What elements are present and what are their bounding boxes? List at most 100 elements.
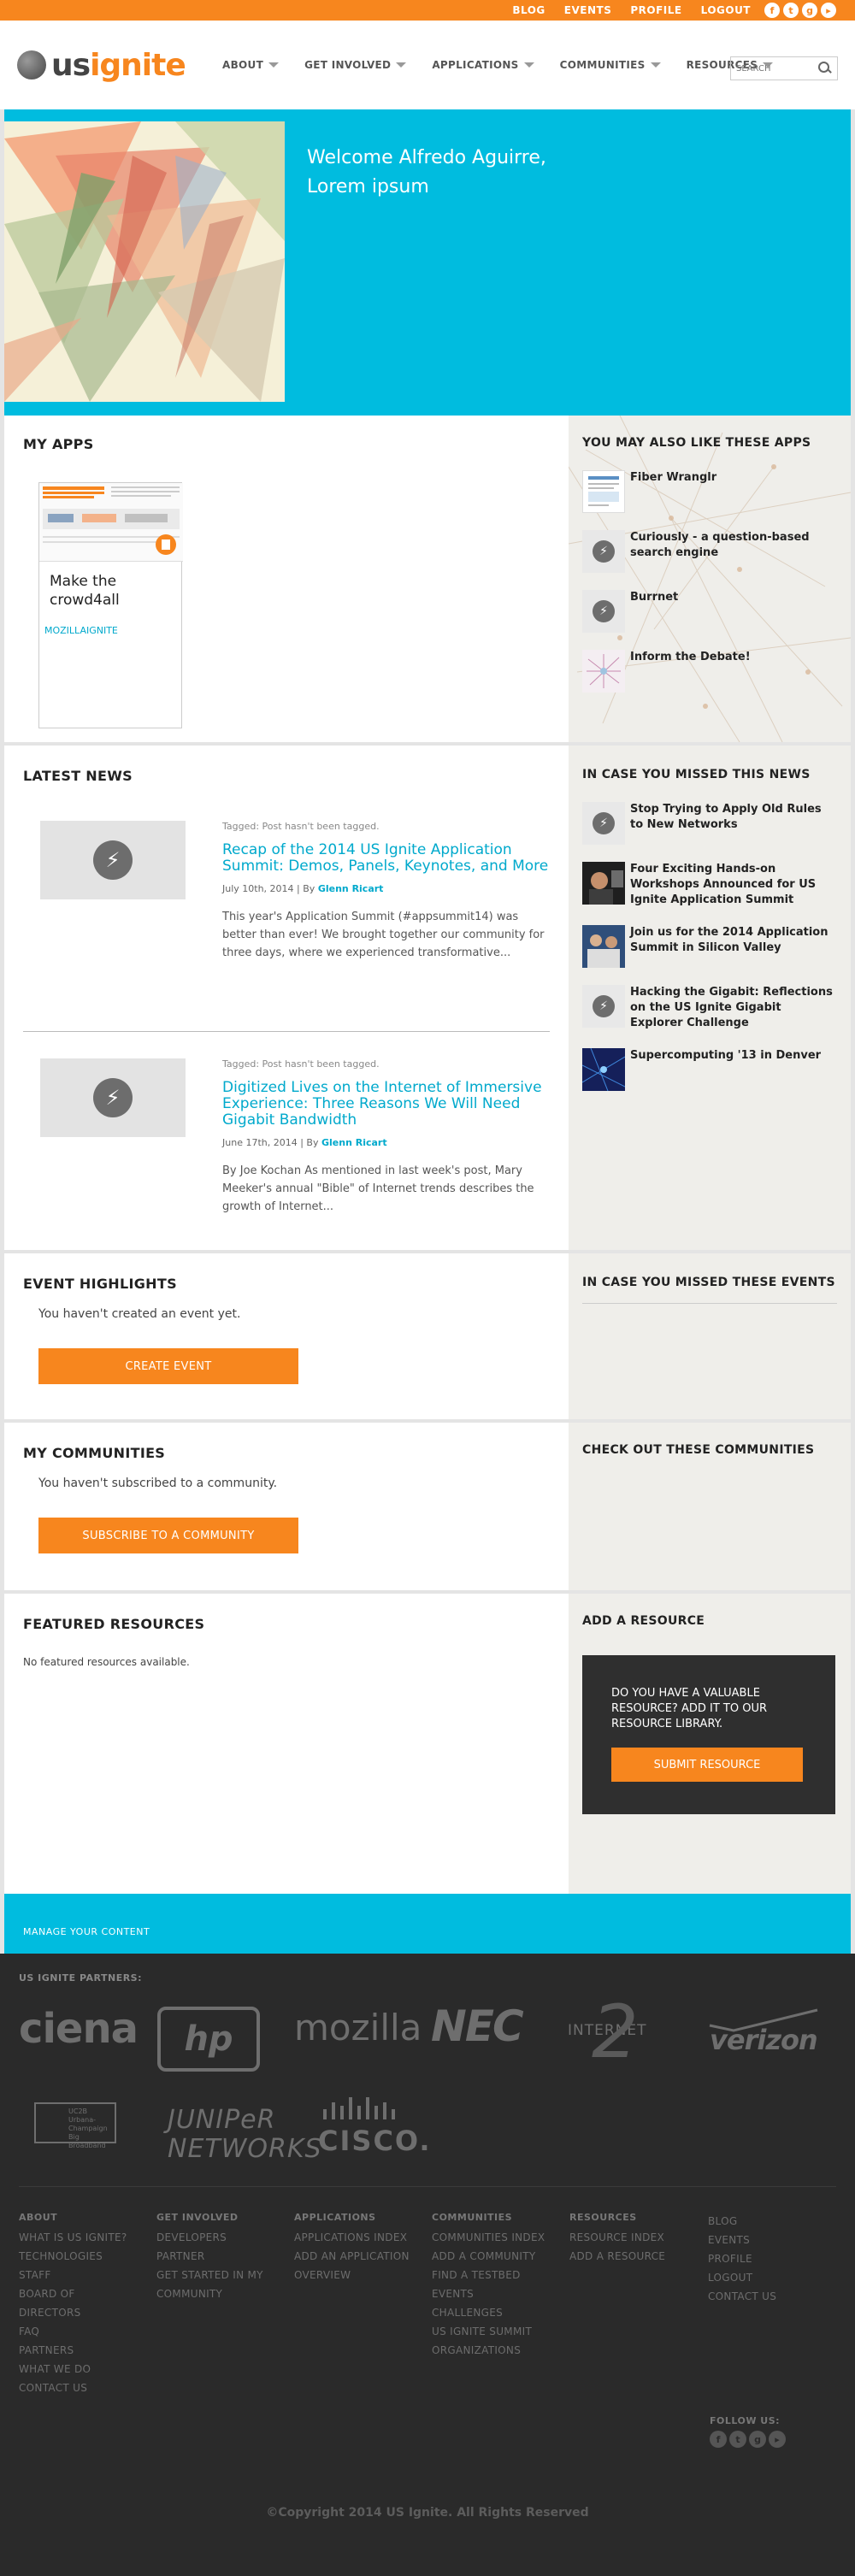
list-item-title[interactable]: Join us for the 2014 Application Summit …	[630, 925, 837, 956]
footer-link[interactable]: TECHNOLOGIES	[19, 2247, 156, 2266]
nav-communities-label: COMMUNITIES	[559, 59, 646, 71]
footer-link[interactable]: FIND A TESTBED	[432, 2266, 569, 2284]
google-plus-icon[interactable]: g	[802, 3, 817, 18]
top-link-blog[interactable]: BLOG	[512, 4, 545, 16]
footer-link[interactable]: BLOG	[708, 2212, 845, 2231]
footer-link[interactable]: PARTNERS	[19, 2341, 156, 2360]
nav-get-involved[interactable]: GET INVOLVED	[304, 59, 407, 71]
list-item[interactable]: ⚡ Burrnet	[582, 590, 837, 633]
footer-link[interactable]: CONTACT US	[19, 2379, 156, 2397]
partner-logo-nec[interactable]: NEC	[431, 2001, 524, 2051]
list-item-title[interactable]: Curiously - a question-based search engi…	[630, 530, 837, 561]
list-item-title[interactable]: Burrnet	[630, 590, 678, 605]
submit-resource-button[interactable]: SUBMIT RESOURCE	[611, 1748, 803, 1782]
footer-link[interactable]: CHALLENGES	[432, 2303, 569, 2322]
footer-link[interactable]: DIRECTORS	[19, 2303, 156, 2322]
footer-link[interactable]: PARTNER	[156, 2247, 293, 2266]
partner-logo-uc2b[interactable]: UC2B Urbana-Champaign Big Broadband	[34, 2102, 116, 2149]
footer-link[interactable]: BOARD OF	[19, 2284, 156, 2303]
list-item[interactable]: Inform the Debate!	[582, 650, 837, 693]
list-item[interactable]: ⚡ Curiously - a question-based search en…	[582, 530, 837, 573]
partner-logo-hp[interactable]: hp	[157, 2007, 260, 2072]
footer-link[interactable]: ADD AN APPLICATION	[294, 2247, 431, 2266]
news-meta: June 17th, 2014 | By Glenn Ricart	[222, 1137, 556, 1148]
subscribe-community-button[interactable]: SUBSCRIBE TO A COMMUNITY	[38, 1518, 298, 1553]
search-input[interactable]	[736, 63, 813, 74]
create-event-button[interactable]: CREATE EVENT	[38, 1348, 298, 1384]
footer-link[interactable]: ADD A RESOURCE	[569, 2247, 706, 2266]
footer-link[interactable]: DEVELOPERS	[156, 2228, 293, 2247]
partner-logo-juniper[interactable]: JUNIPeR NETWORKS	[168, 2106, 321, 2164]
app-owner[interactable]: MOZILLAIGNITE	[39, 610, 181, 636]
list-item-title[interactable]: Stop Trying to Apply Old Rules to New Ne…	[630, 802, 837, 833]
list-item[interactable]: ⚡ Stop Trying to Apply Old Rules to New …	[582, 802, 837, 845]
twitter-icon[interactable]: t	[783, 3, 799, 18]
news-thumbnail[interactable]: ⚡	[40, 1058, 186, 1137]
footer-divider	[19, 2186, 836, 2187]
youtube-icon[interactable]: ▸	[821, 3, 836, 18]
footer-link[interactable]: OVERVIEW	[294, 2266, 431, 2284]
list-item[interactable]: ⚡ Hacking the Gigabit: Reflections on th…	[582, 985, 837, 1031]
nav-applications[interactable]: APPLICATIONS	[432, 59, 534, 71]
news-thumbnail	[582, 1048, 625, 1091]
partner-logo-ciena[interactable]: ciena	[19, 2005, 139, 2053]
list-item[interactable]: Join us for the 2014 Application Summit …	[582, 925, 837, 968]
footer-link[interactable]: CONTACT US	[708, 2287, 845, 2306]
list-item[interactable]: Supercomputing '13 in Denver	[582, 1048, 837, 1091]
news-tag: Tagged: Post hasn't been tagged.	[222, 821, 380, 832]
footer-link[interactable]: LOGOUT	[708, 2268, 845, 2287]
news-title[interactable]: Digitized Lives on the Internet of Immer…	[222, 1080, 556, 1129]
list-item-title[interactable]: Supercomputing '13 in Denver	[630, 1048, 821, 1064]
logo[interactable]: us ignite	[17, 48, 205, 83]
app-card[interactable]: Make the crowd4all MOZILLAIGNITE	[38, 482, 183, 728]
footer-link[interactable]: COMMUNITY	[156, 2284, 293, 2303]
footer-link[interactable]: ORGANIZATIONS	[432, 2341, 569, 2360]
footer-link[interactable]: WHAT WE DO	[19, 2360, 156, 2379]
partner-logo-mozilla[interactable]: mozilla	[294, 2007, 422, 2048]
nav-about[interactable]: ABOUT	[222, 59, 280, 71]
news-title[interactable]: Recap of the 2014 US Ignite Application …	[222, 842, 556, 875]
footer-heading: COMMUNITIES	[432, 2212, 513, 2223]
facebook-icon[interactable]: f	[764, 3, 780, 18]
youtube-icon[interactable]: ▸	[769, 2431, 786, 2448]
footer-link[interactable]: WHAT IS US IGNITE?	[19, 2228, 156, 2247]
footer-link[interactable]: GET STARTED IN MY	[156, 2266, 293, 2284]
top-link-profile[interactable]: PROFILE	[630, 4, 681, 16]
footer-link[interactable]: APPLICATIONS INDEX	[294, 2228, 431, 2247]
news-author[interactable]: Glenn Ricart	[318, 883, 384, 894]
lightning-icon: ⚡	[593, 995, 615, 1017]
footer-link[interactable]: RESOURCE INDEX	[569, 2228, 706, 2247]
list-item[interactable]: Fiber Wranglr	[582, 470, 837, 513]
partner-logo-cisco-text: CISCO.	[318, 2125, 432, 2157]
search-icon[interactable]	[818, 62, 832, 75]
facebook-icon[interactable]: f	[710, 2431, 727, 2448]
welcome-line-2: Lorem ipsum	[307, 176, 429, 197]
list-item[interactable]: Four Exciting Hands-on Workshops Announc…	[582, 862, 837, 908]
news-thumbnail[interactable]: ⚡	[40, 821, 186, 899]
top-link-logout[interactable]: LOGOUT	[701, 4, 751, 16]
footer-link[interactable]: ADD A COMMUNITY	[432, 2247, 569, 2266]
manage-content-link[interactable]: MANAGE YOUR CONTENT	[23, 1926, 150, 1937]
nav-communities[interactable]: COMMUNITIES	[560, 59, 661, 71]
list-item-title[interactable]: Inform the Debate!	[630, 650, 751, 665]
google-plus-icon[interactable]: g	[749, 2431, 766, 2448]
footer-link[interactable]: STAFF	[19, 2266, 156, 2284]
footer-link[interactable]: FAQ	[19, 2322, 156, 2341]
footer-link[interactable]: PROFILE	[708, 2249, 845, 2268]
app-name[interactable]: Make the crowd4all	[39, 562, 181, 610]
partner-logo-internet2[interactable]: INTERNET 2	[568, 1989, 647, 2075]
twitter-icon[interactable]: t	[729, 2431, 746, 2448]
footer-link[interactable]: EVENTS	[708, 2231, 845, 2249]
footer-link[interactable]: EVENTS	[432, 2284, 569, 2303]
footer-link[interactable]: COMMUNITIES INDEX	[432, 2228, 569, 2247]
list-item-title[interactable]: Hacking the Gigabit: Reflections on the …	[630, 985, 837, 1031]
news-divider	[23, 1031, 550, 1032]
news-author[interactable]: Glenn Ricart	[321, 1137, 387, 1148]
top-link-events[interactable]: EVENTS	[564, 4, 612, 16]
list-item-title[interactable]: Four Exciting Hands-on Workshops Announc…	[630, 862, 837, 908]
partner-logo-cisco[interactable]: CISCO.	[318, 2097, 432, 2157]
app-thumbnail	[582, 470, 625, 513]
logo-us: us	[51, 47, 91, 83]
footer-link[interactable]: US IGNITE SUMMIT	[432, 2322, 569, 2341]
list-item-title[interactable]: Fiber Wranglr	[630, 470, 716, 486]
